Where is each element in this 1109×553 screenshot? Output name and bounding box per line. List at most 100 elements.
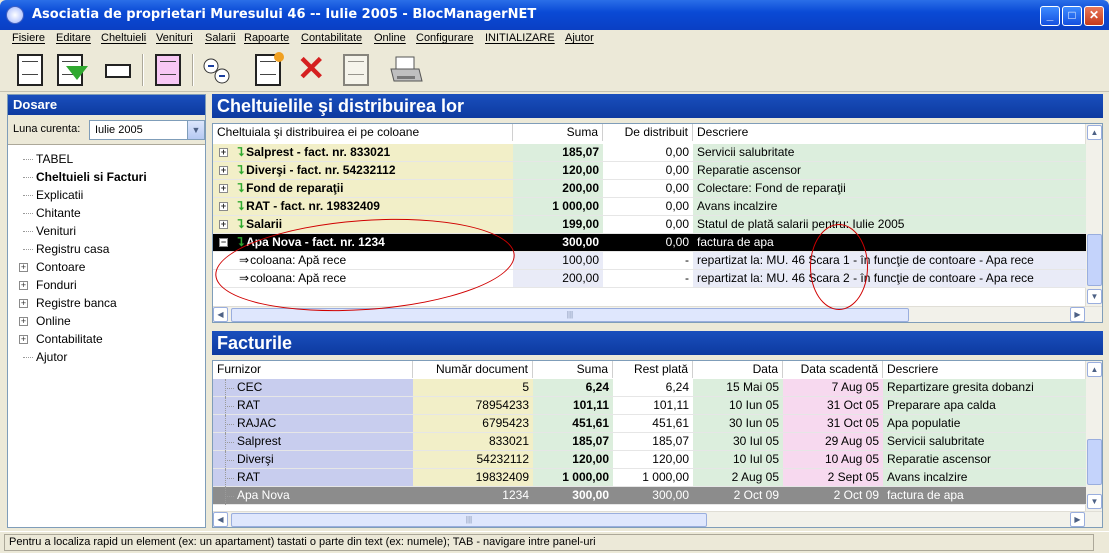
tree-item-label: Explicatii [36,188,84,202]
current-month-value: Iulie 2005 [95,124,143,136]
scroll-thumb[interactable] [1087,439,1102,485]
expense-suma: 100,00 [513,252,603,270]
expand-icon[interactable]: + [219,184,228,193]
invoice-data: 10 Iul 05 [693,451,783,469]
scroll-down-icon[interactable]: ▼ [1087,494,1102,509]
tree-item[interactable]: Registru casa [16,240,204,258]
expand-icon[interactable]: + [219,148,228,157]
col-rest-plata[interactable]: Rest plată [613,361,693,378]
menu-cheltuieli[interactable]: Cheltuieli [101,32,146,44]
current-month-label: Luna curenta: [13,123,81,135]
table-row[interactable]: + ⮧ Diverşi - fact. nr. 54232112 120,00 0,00… [213,162,1086,180]
tree-line [23,195,33,196]
scroll-right-icon[interactable]: ▶ [1070,307,1085,322]
expand-icon[interactable]: − [219,238,228,247]
tree-item[interactable]: Chitante [16,204,204,222]
tree-item[interactable]: + Registre banca [16,294,204,312]
edit-document-icon[interactable] [338,52,374,88]
scroll-left-icon[interactable]: ◀ [213,512,228,527]
table-row[interactable]: RAT 19832409 1 000,00 1 000,00 2 Aug 05 2 Sep… [213,469,1086,487]
tree-item[interactable]: Explicatii [16,186,204,204]
tree-line [225,388,234,389]
scroll-thumb[interactable] [1087,234,1102,286]
new-document-icon[interactable] [250,52,286,88]
expense-descriere: Statul de plată salarii pentru: Iulie 20… [693,216,1086,234]
menu-fisiere[interactable]: Fisiere [12,32,45,44]
expand-icon[interactable]: + [19,299,28,308]
menu-contabilitate[interactable]: Contabilitate [301,32,362,44]
menu-configurare[interactable]: Configurare [416,32,473,44]
menu-online[interactable]: Online [374,32,406,44]
menu-ajutor[interactable]: Ajutor [565,32,594,44]
table-row[interactable]: Salprest 833021 185,07 185,07 30 Iul 05 29 Au… [213,433,1086,451]
col-de-distribuit[interactable]: De distribuit [603,124,693,141]
invoice-desc: Repartizare gresita dobanzi [883,379,1086,397]
col-descriere[interactable]: Descriere [693,124,1086,141]
pink-document-icon[interactable] [150,52,186,88]
menu-salarii[interactable]: Salarii [205,32,236,44]
col-numar-document[interactable]: Număr document [413,361,533,378]
invoice-desc: Servicii salubritate [883,433,1086,451]
menu-rapoarte[interactable]: Rapoarte [244,32,289,44]
col-data-scadenta[interactable]: Data scadentă [783,361,883,378]
expand-icon[interactable]: + [219,202,228,211]
expenses-vscroll[interactable]: ▲ ▼ [1085,124,1102,306]
tree-item[interactable]: Ajutor [16,348,204,366]
invoice-furnizor: RAT [213,469,413,487]
scroll-right-icon[interactable]: ▶ [1070,512,1085,527]
table-row[interactable]: RAJAC 6795423 451,61 451,61 30 Iun 05 31 Oct … [213,415,1086,433]
scroll-up-icon[interactable]: ▲ [1087,125,1102,140]
current-month-select[interactable]: Iulie 2005 ▼ [89,120,205,140]
col-data[interactable]: Data [693,361,783,378]
document-import-icon[interactable] [52,52,88,88]
status-text: Pentru a localiza rapid un element (ex: … [4,534,1094,551]
menu-venituri[interactable]: Venituri [156,32,193,44]
expand-icon[interactable]: + [19,335,28,344]
col-descriere[interactable]: Descriere [883,361,1086,378]
document-icon[interactable] [12,52,48,88]
tree-item[interactable]: TABEL [16,150,204,168]
tree-item[interactable]: Venituri [16,222,204,240]
expand-icon[interactable]: + [19,281,28,290]
tree-item[interactable]: Cheltuieli si Facturi [16,168,204,186]
chevron-down-icon[interactable]: ▼ [187,121,204,139]
hscroll-thumb[interactable]: ||| [231,513,707,527]
table-row[interactable]: + ⮧ Salprest - fact. nr. 833021 185,07 0,00 S… [213,144,1086,162]
tree-item[interactable]: + Fonduri [16,276,204,294]
expand-icon[interactable]: + [19,263,28,272]
scroll-down-icon[interactable]: ▼ [1087,289,1102,304]
tree-item[interactable]: + Contoare [16,258,204,276]
expense-de-distribuit: - [603,270,693,288]
invoice-nr: 78954233 [413,397,533,415]
minimize-button[interactable]: _ [1040,6,1060,26]
col-suma[interactable]: Suma [513,124,603,141]
distribute-icon[interactable] [200,52,236,88]
card-icon[interactable] [100,52,136,88]
maximize-button[interactable]: □ [1062,6,1082,26]
tree-item[interactable]: + Contabilitate [16,330,204,348]
table-row[interactable]: + ⮧ RAT - fact. nr. 19832409 1 000,00 0,00 Av… [213,198,1086,216]
col-furnizor[interactable]: Furnizor [213,361,413,378]
expand-icon[interactable]: + [219,166,228,175]
col-cheltuiala[interactable]: Cheltuiala şi distribuirea ei pe coloane [213,124,513,141]
print-icon[interactable] [388,52,424,88]
table-row[interactable]: RAT 78954233 101,11 101,11 10 Iun 05 31 Oct 0… [213,397,1086,415]
close-button[interactable]: ✕ [1084,6,1104,26]
scroll-left-icon[interactable]: ◀ [213,307,228,322]
expense-name-cell: + ⮧ Salprest - fact. nr. 833021 [213,144,513,162]
menu-editare[interactable]: Editare [56,32,91,44]
scroll-up-icon[interactable]: ▲ [1087,362,1102,377]
expand-icon[interactable]: + [19,317,28,326]
menu-initializare[interactable]: INITIALIZARE [485,32,555,44]
table-row[interactable]: Diverşi 54232112 120,00 120,00 10 Iul 05 10 A… [213,451,1086,469]
invoices-vscroll[interactable]: ▲ ▼ [1085,361,1102,511]
tree-item[interactable]: + Online [16,312,204,330]
table-row[interactable]: Apa Nova 1234 300,00 300,00 2 Oct 09 2 Oct 09… [213,487,1086,505]
table-row[interactable]: + ⮧ Fond de reparaţii 200,00 0,00 Colectare: … [213,180,1086,198]
expense-name-cell: + ⮧ RAT - fact. nr. 19832409 [213,198,513,216]
table-row[interactable]: CEC 5 6,24 6,24 15 Mai 05 7 Aug 05 Repartizare… [213,379,1086,397]
invoices-hscroll[interactable]: ◀ ||| ▶ [213,511,1102,527]
delete-icon[interactable]: ✕ [294,52,330,88]
col-suma[interactable]: Suma [533,361,613,378]
expand-icon[interactable]: + [219,220,228,229]
